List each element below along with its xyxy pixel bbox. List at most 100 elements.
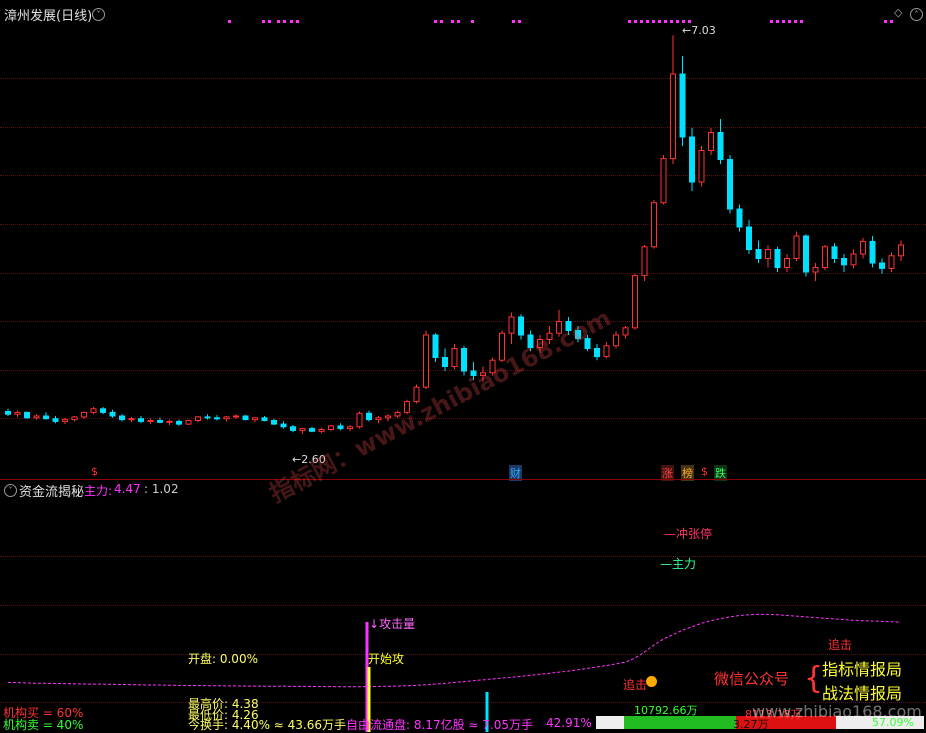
candle-body — [5, 411, 11, 415]
candle-body — [166, 420, 173, 423]
promo-line-1: 指标情报局 — [822, 660, 903, 679]
candle-body — [822, 246, 828, 269]
candle-body — [309, 428, 315, 432]
candle-body — [451, 348, 458, 367]
stat-open: 开盘: 0.00% — [188, 652, 258, 666]
candle-body — [261, 417, 268, 421]
candle-body — [841, 258, 847, 266]
signal-dot — [890, 20, 893, 23]
annotation-limit-up: —冲张停 — [664, 527, 713, 541]
signal-dot — [688, 20, 691, 23]
chevron-down-icon[interactable]: ˅ — [92, 8, 105, 21]
candle-body — [793, 235, 800, 259]
signal-dot — [646, 20, 649, 23]
high-price-label: ←7.03 — [682, 24, 716, 37]
stat-float-share: 自由流通盘: 8.17亿股 ≈ 7.05万手 — [346, 718, 533, 732]
candle-body — [109, 411, 116, 417]
signal-dot — [670, 20, 673, 23]
candle-body — [138, 418, 144, 422]
candle-body — [679, 73, 686, 138]
signal-dot — [518, 20, 521, 23]
stat-turnover: 今换手: 4.40% ≈ 43.66万手 — [188, 718, 347, 732]
signal-dot — [640, 20, 643, 23]
coin-icon — [646, 676, 657, 687]
signal-dot — [290, 20, 293, 23]
candle-body — [698, 150, 705, 183]
candle-body — [337, 425, 344, 430]
candle-body — [613, 334, 619, 347]
flow-panel-title: 资金流揭秘 — [19, 485, 85, 500]
stat-percent: 42.91% — [546, 716, 592, 730]
candle-body — [147, 420, 154, 422]
signal-dot — [676, 20, 679, 23]
candle-body — [670, 73, 676, 160]
candle-body — [632, 275, 638, 329]
chevron-up-icon[interactable]: ˄ — [910, 8, 923, 21]
candle-body — [461, 348, 467, 372]
event-tag[interactable]: $ — [90, 465, 99, 478]
signal-dot — [440, 20, 443, 23]
annotation-text: 攻击量 — [379, 617, 416, 631]
annotation-text: 冲张停 — [676, 527, 713, 541]
signal-dot — [884, 20, 887, 23]
promo-line-2: 战法情报局 — [822, 684, 903, 703]
signal-dot — [268, 20, 271, 23]
watermark-bottom: www.zhibiao168.com — [752, 702, 922, 721]
candle-body — [508, 316, 515, 334]
candle-body — [223, 416, 230, 420]
signal-dot — [434, 20, 437, 23]
signal-dot — [628, 20, 631, 23]
candle-body — [622, 327, 629, 336]
diamond-icon[interactable]: ◇ — [894, 6, 902, 19]
candle-body — [157, 420, 163, 423]
candle-body — [33, 415, 40, 419]
candle-body — [879, 262, 885, 269]
chevron-down-icon[interactable]: ˅ — [4, 484, 17, 497]
candle-body — [803, 235, 809, 273]
signal-dot — [770, 20, 773, 23]
candle-body — [128, 418, 135, 421]
promo-brace: { — [804, 661, 824, 696]
main-force-label: 主力: — [84, 484, 113, 498]
candle-body — [898, 244, 904, 257]
candle-body — [366, 412, 372, 421]
candle-body — [299, 428, 306, 431]
candle-body — [271, 420, 277, 425]
candle-body — [689, 136, 695, 183]
candle-body — [252, 417, 258, 421]
candle-body — [14, 411, 21, 415]
candle-body — [52, 418, 59, 422]
candle-body — [717, 132, 724, 160]
candle-body — [660, 158, 667, 204]
candle-body — [594, 348, 600, 358]
candle-body — [831, 246, 838, 260]
signal-dot — [283, 20, 286, 23]
annotation-main-force: —主力 — [660, 557, 697, 571]
signal-dot — [262, 20, 265, 23]
price-panel-title: 漳州发展(日线) — [4, 9, 93, 24]
promo-wechat: 微信公众号 — [714, 670, 790, 688]
candle-body — [100, 408, 106, 413]
candle-body — [290, 426, 296, 431]
main-force-chart — [7, 613, 902, 732]
signal-dot — [228, 20, 231, 23]
signal-dot — [634, 20, 637, 23]
candle-body — [432, 334, 439, 358]
candle-body — [90, 408, 97, 413]
capital-flow-panel[interactable]: ˅ 资金流揭秘 主力: 4.47 : 1.02 —冲张停 —主力 ↓攻击量 开始… — [0, 480, 926, 732]
signal-dot — [782, 20, 785, 23]
candle-body — [62, 419, 68, 422]
candle-body — [214, 417, 220, 420]
candle-body — [603, 345, 610, 358]
annotation-text: 主力 — [672, 557, 697, 571]
candle-body — [518, 316, 524, 336]
candle-body — [651, 202, 657, 248]
candle-body — [774, 249, 781, 268]
candle-body — [81, 411, 87, 418]
candle-body — [176, 420, 182, 425]
candle-body — [43, 415, 49, 420]
signal-dot — [296, 20, 299, 23]
event-tag[interactable]: $ — [700, 465, 709, 478]
candle-body — [641, 246, 648, 277]
signal-dot — [800, 20, 803, 23]
